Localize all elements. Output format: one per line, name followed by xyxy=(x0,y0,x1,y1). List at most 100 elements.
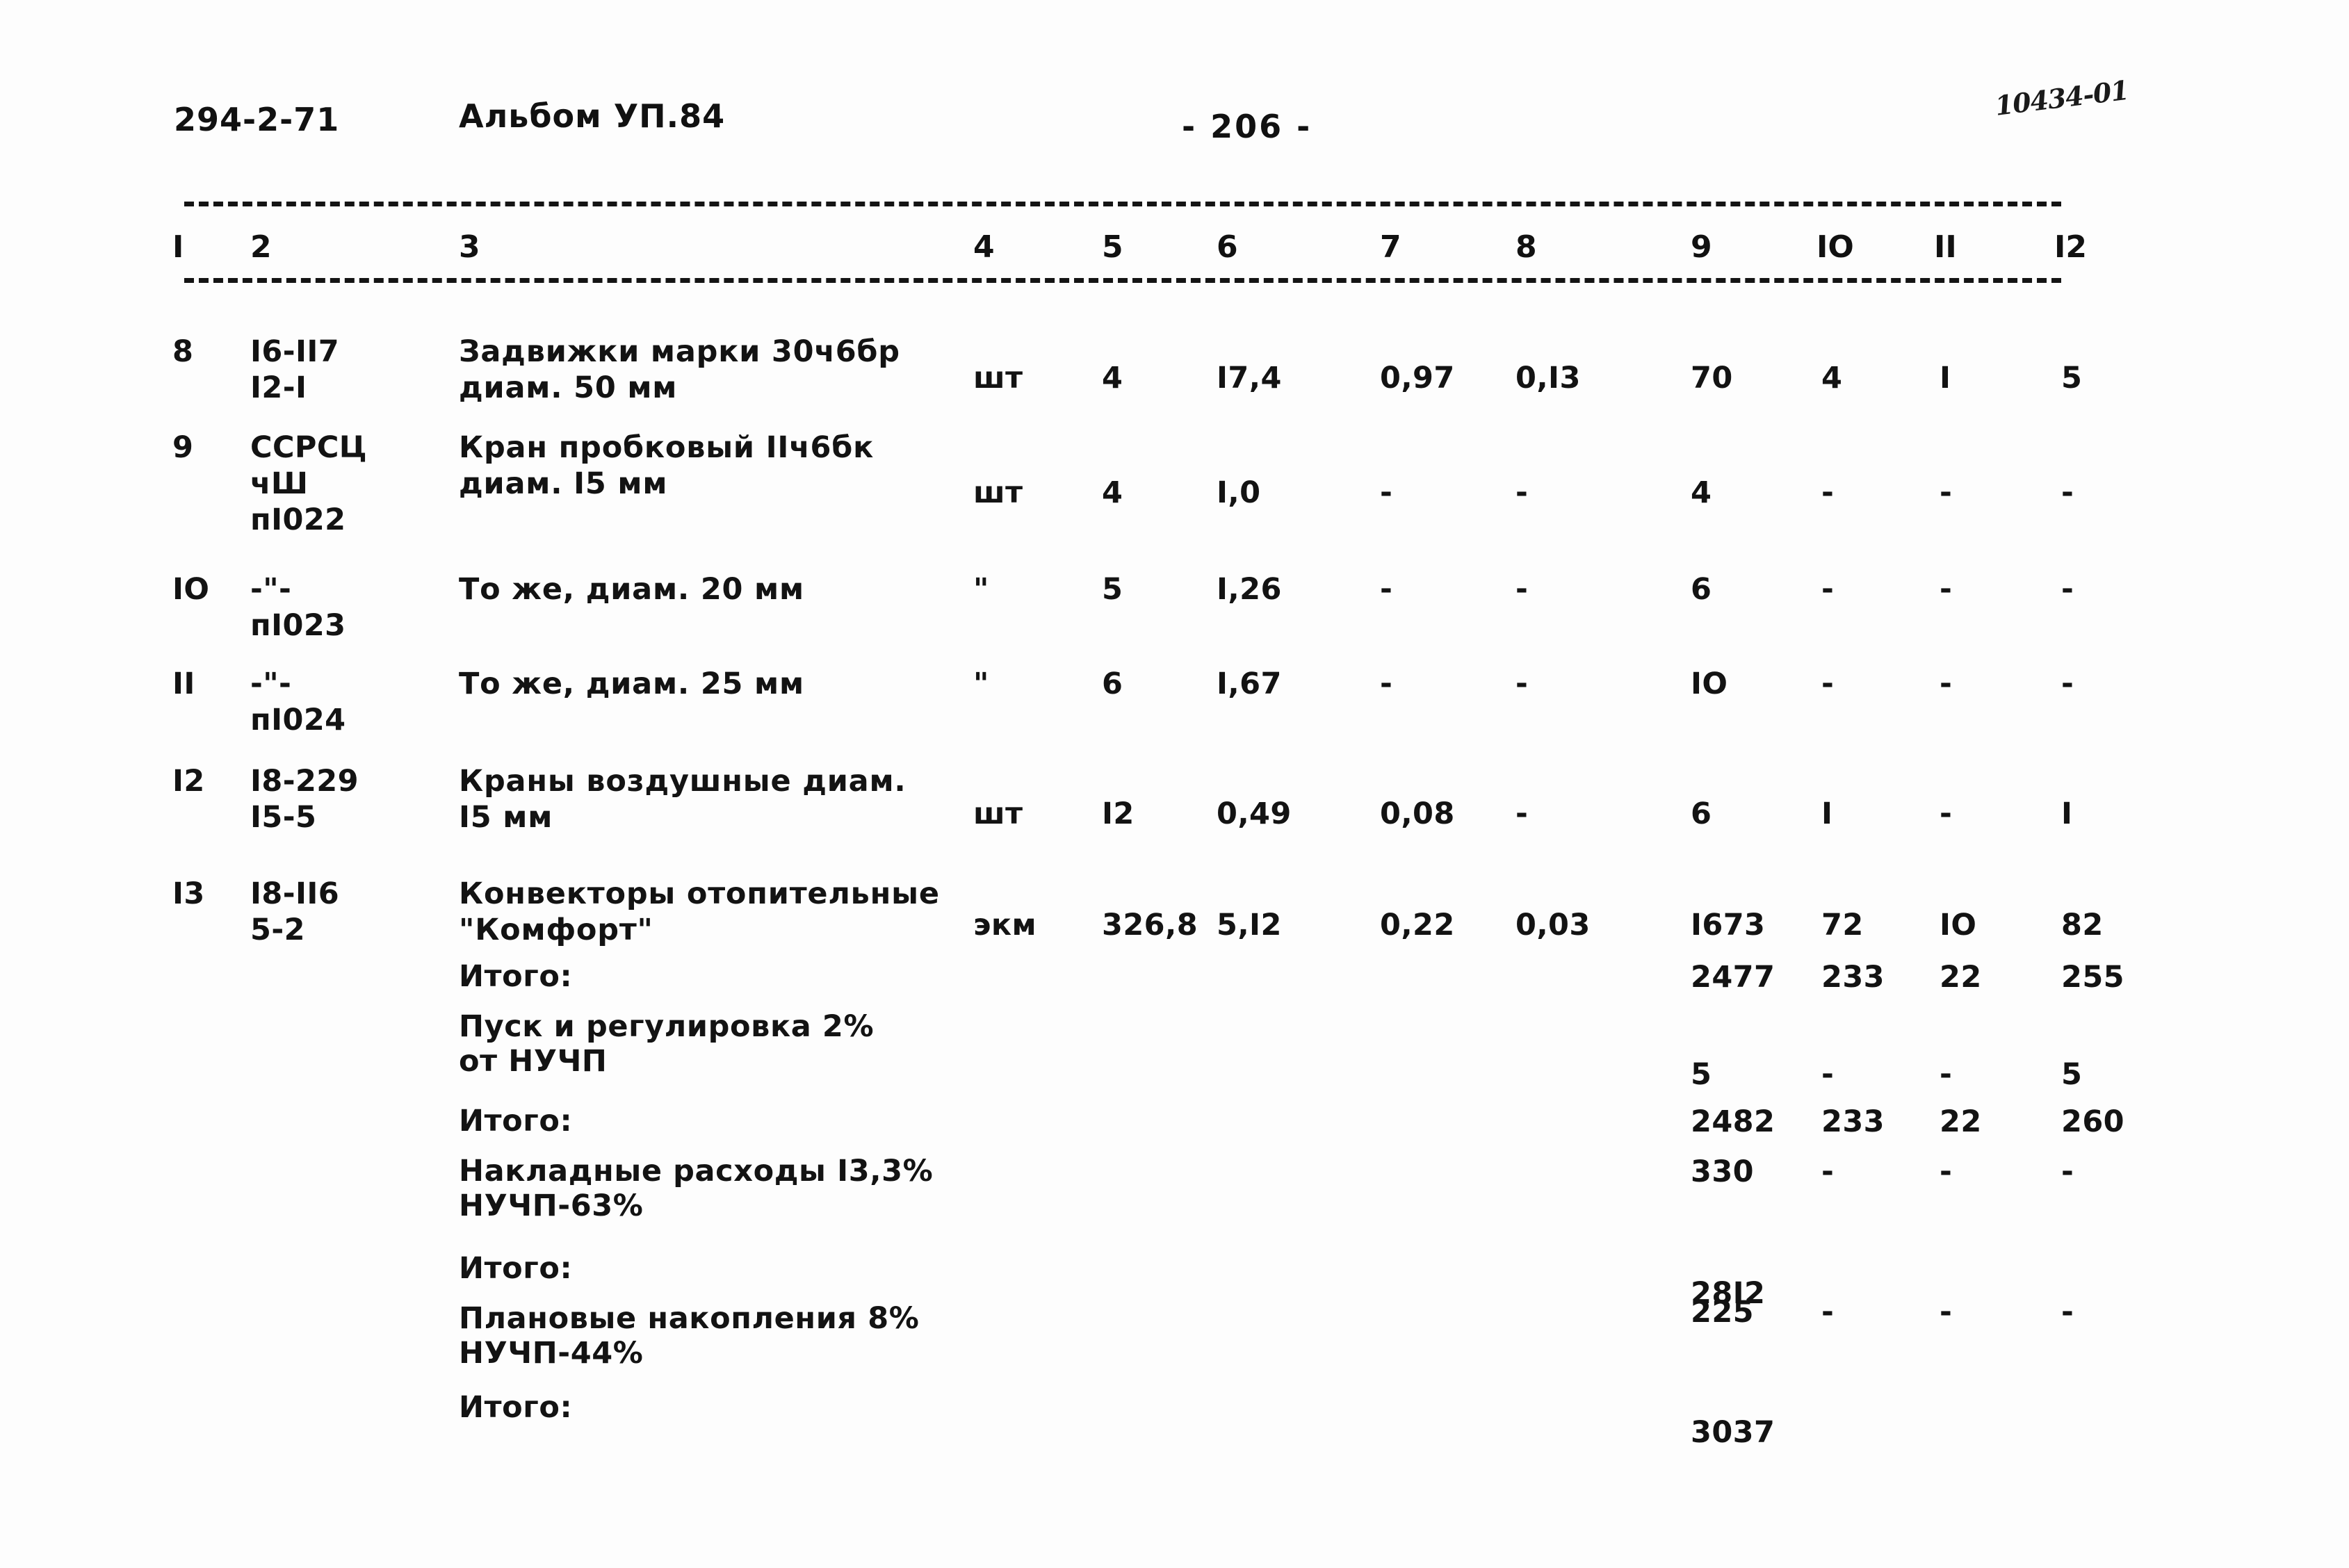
document-page: 294-2-71 Альбом УП.84 - 206 - 10434-01 I… xyxy=(0,0,2349,1568)
row-IO-c7: - xyxy=(1380,572,1393,607)
summary-row-3-c10: 233 xyxy=(1821,1104,1885,1139)
table-bottom-rule xyxy=(184,278,2061,283)
row-9-c5: 4 xyxy=(1102,475,1123,510)
row-II-c5: 6 xyxy=(1102,667,1123,701)
row-8-c7: 0,97 xyxy=(1380,361,1455,395)
summary-row-4-c9: 330 xyxy=(1691,1154,1754,1189)
row-I2-c8: - xyxy=(1515,797,1529,831)
summary-row-2-label: Пуск и регулировка 2% от НУЧП xyxy=(459,1009,875,1079)
page-number: - 206 - xyxy=(1182,108,1312,145)
row-I3-c6: 5,I2 xyxy=(1217,908,1282,942)
column-number-1: I xyxy=(172,229,184,265)
row-IO-c8: - xyxy=(1515,572,1529,607)
summary-row-1-c11: 22 xyxy=(1940,960,1982,995)
row-II-c8: - xyxy=(1515,667,1529,701)
row-9-c6: I,0 xyxy=(1217,475,1261,510)
row-9-c10: - xyxy=(1821,475,1835,510)
summary-row-6-c10: - xyxy=(1821,1295,1835,1330)
column-number-5: 5 xyxy=(1102,229,1123,265)
row-8-c10: 4 xyxy=(1821,361,1843,395)
row-9-c9: 4 xyxy=(1691,475,1712,510)
row-II-description: То же, диам. 25 мм xyxy=(459,667,804,701)
row-8-code: I6-II7 I2-I xyxy=(250,334,340,405)
column-number-7: 7 xyxy=(1380,229,1401,265)
summary-row-2-c12: 5 xyxy=(2061,1057,2083,1092)
row-I2-c7: 0,08 xyxy=(1380,797,1455,831)
row-I3-c12: 82 xyxy=(2061,908,2104,942)
summary-row-1-c9: 2477 xyxy=(1691,960,1775,995)
column-number-4: 4 xyxy=(973,229,995,265)
summary-row-6-c9: 225 xyxy=(1691,1295,1754,1330)
row-II-c9: IO xyxy=(1691,667,1728,701)
row-II-number: II xyxy=(172,667,195,701)
row-II-unit: " xyxy=(973,667,989,701)
row-I3-c11: IO xyxy=(1940,908,1977,942)
summary-row-5-label: Итого: xyxy=(459,1251,573,1286)
row-II-c11: - xyxy=(1940,667,1953,701)
document-code: 294-2-71 xyxy=(174,101,340,138)
row-IO-c6: I,26 xyxy=(1217,572,1282,607)
row-IO-code: -"- пI023 xyxy=(250,572,346,643)
row-I2-unit: шт xyxy=(973,797,1023,831)
row-IO-c11: - xyxy=(1940,572,1953,607)
summary-row-2-c10: - xyxy=(1821,1057,1835,1092)
row-8-c6: I7,4 xyxy=(1217,361,1282,395)
row-IO-description: То же, диам. 20 мм xyxy=(459,572,804,607)
row-IO-c9: 6 xyxy=(1691,572,1712,607)
row-9-description: Кран пробковый IIч6бк диам. I5 мм xyxy=(459,430,875,501)
row-9-unit: шт xyxy=(973,475,1023,510)
summary-row-1-c12: 255 xyxy=(2061,960,2124,995)
summary-row-4-c10: - xyxy=(1821,1154,1835,1189)
column-number-11: II xyxy=(1934,229,1957,265)
row-8-c8: 0,I3 xyxy=(1515,361,1581,395)
summary-row-3-c12: 260 xyxy=(2061,1104,2124,1139)
summary-row-3-c9: 2482 xyxy=(1691,1104,1775,1139)
row-II-c10: - xyxy=(1821,667,1835,701)
column-number-2: 2 xyxy=(250,229,272,265)
row-I3-c8: 0,03 xyxy=(1515,908,1591,942)
handwritten-annotation: 10434-01 xyxy=(1993,74,2131,122)
row-IO-number: IO xyxy=(172,572,210,607)
row-I3-c7: 0,22 xyxy=(1380,908,1455,942)
summary-row-7-c9: 3037 xyxy=(1691,1415,1775,1450)
row-9-c8: - xyxy=(1515,475,1529,510)
column-number-3: 3 xyxy=(459,229,480,265)
summary-row-3-c11: 22 xyxy=(1940,1104,1982,1139)
column-number-8: 8 xyxy=(1515,229,1537,265)
row-IO-c10: - xyxy=(1821,572,1835,607)
row-8-description: Задвижки марки 30ч6бр диам. 50 мм xyxy=(459,334,900,405)
summary-row-7-label: Итого: xyxy=(459,1390,573,1425)
summary-row-6-c12: - xyxy=(2061,1295,2074,1330)
row-9-c7: - xyxy=(1380,475,1393,510)
row-I3-number: I3 xyxy=(172,876,205,911)
row-I3-c9: I673 xyxy=(1691,908,1766,942)
row-I2-code: I8-229 I5-5 xyxy=(250,764,359,835)
row-I3-unit: экм xyxy=(973,908,1037,942)
row-I2-description: Краны воздушные диам. I5 мм xyxy=(459,764,907,835)
summary-row-4-c12: - xyxy=(2061,1154,2074,1189)
row-I2-c12: I xyxy=(2061,797,2073,831)
table-top-rule xyxy=(184,202,2061,206)
summary-row-2-c9: 5 xyxy=(1691,1057,1712,1092)
column-number-12: I2 xyxy=(2054,229,2087,265)
row-I2-number: I2 xyxy=(172,764,205,799)
row-8-c12: 5 xyxy=(2061,361,2083,395)
summary-row-6-c11: - xyxy=(1940,1295,1953,1330)
row-8-c9: 70 xyxy=(1691,361,1733,395)
row-I3-c10: 72 xyxy=(1821,908,1864,942)
row-I2-c11: - xyxy=(1940,797,1953,831)
column-number-10: IO xyxy=(1816,229,1854,265)
row-8-unit: шт xyxy=(973,361,1023,395)
summary-row-1-c10: 233 xyxy=(1821,960,1885,995)
row-IO-c5: 5 xyxy=(1102,572,1123,607)
row-9-number: 9 xyxy=(172,430,194,465)
row-I2-c5: I2 xyxy=(1102,797,1135,831)
summary-row-4-c11: - xyxy=(1940,1154,1953,1189)
row-8-c11: I xyxy=(1940,361,1951,395)
row-I2-c10: I xyxy=(1821,797,1833,831)
summary-row-6-label: Плановые накопления 8% НУЧП-44% xyxy=(459,1301,920,1371)
summary-row-3-label: Итого: xyxy=(459,1104,573,1138)
row-II-c6: I,67 xyxy=(1217,667,1282,701)
column-number-9: 9 xyxy=(1691,229,1712,265)
row-9-code: ССРСЦ чШ пI022 xyxy=(250,430,368,537)
